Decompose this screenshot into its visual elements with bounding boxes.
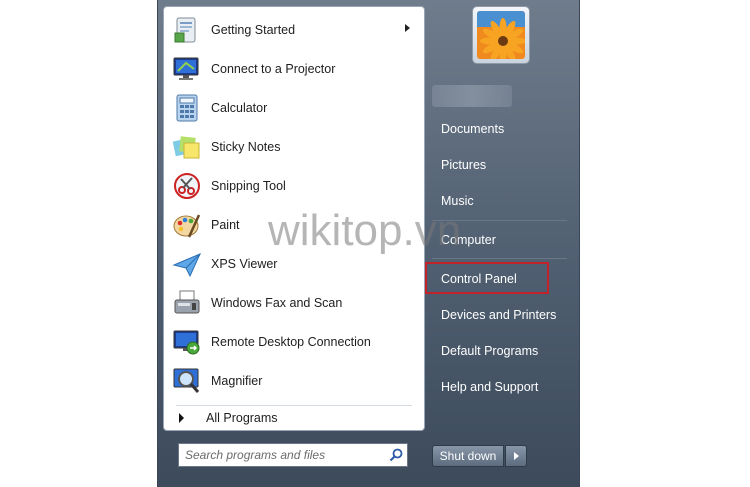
program-label: Connect to a Projector <box>211 61 336 76</box>
submenu-arrow-icon[interactable] <box>405 24 410 32</box>
magnifier-icon <box>171 365 203 397</box>
menu-item-devices-and-printers[interactable]: Devices and Printers <box>432 300 572 330</box>
search-box <box>178 443 408 467</box>
program-calculator[interactable]: Calculator <box>168 89 420 126</box>
program-snipping-tool[interactable]: Snipping Tool <box>168 167 420 204</box>
sticky-notes-icon <box>171 131 203 163</box>
user-avatar[interactable] <box>472 6 530 64</box>
shutdown-button[interactable]: Shut down <box>432 445 504 467</box>
menu-item-pictures[interactable]: Pictures <box>432 150 572 180</box>
paint-icon <box>171 209 203 241</box>
expand-arrow-icon <box>179 413 184 423</box>
chevron-right-icon <box>513 452 519 460</box>
program-label: Windows Fax and Scan <box>211 295 343 310</box>
search-icon[interactable] <box>385 445 407 465</box>
snipping-tool-icon <box>171 170 203 202</box>
program-label: Paint <box>211 217 240 232</box>
program-remote-desktop-connection[interactable]: Remote Desktop Connection <box>168 323 420 360</box>
program-label: XPS Viewer <box>211 256 278 271</box>
all-programs-label: All Programs <box>206 411 278 425</box>
program-getting-started[interactable]: Getting Started <box>168 11 420 48</box>
getting-started-icon <box>171 14 203 46</box>
program-sticky-notes[interactable]: Sticky Notes <box>168 128 420 165</box>
remote-desktop-icon <box>171 326 203 358</box>
watermark: wikitop.vn <box>268 206 462 255</box>
separator <box>432 258 567 259</box>
program-connect-to-projector[interactable]: Connect to a Projector <box>168 50 420 87</box>
flower-picture <box>477 11 525 59</box>
fax-scan-icon <box>171 287 203 319</box>
program-label: Magnifier <box>211 373 263 388</box>
menu-item-documents[interactable]: Documents <box>432 114 572 144</box>
menu-item-help-and-support[interactable]: Help and Support <box>432 372 572 402</box>
program-label: Sticky Notes <box>211 139 281 154</box>
program-magnifier[interactable]: Magnifier <box>168 362 420 399</box>
all-programs-button[interactable]: All Programs <box>176 405 412 430</box>
program-label: Remote Desktop Connection <box>211 334 371 349</box>
search-input[interactable] <box>179 445 385 465</box>
program-label: Snipping Tool <box>211 178 286 193</box>
program-label: Getting Started <box>211 22 296 37</box>
projector-icon <box>171 53 203 85</box>
program-label: Calculator <box>211 100 268 115</box>
control-panel-highlight <box>425 262 549 294</box>
shutdown-options-button[interactable] <box>505 445 527 467</box>
calculator-icon <box>171 92 203 124</box>
menu-item-default-programs[interactable]: Default Programs <box>432 336 572 366</box>
program-windows-fax-and-scan[interactable]: Windows Fax and Scan <box>168 284 420 321</box>
xps-viewer-icon <box>171 248 203 280</box>
username-blurred[interactable] <box>432 85 512 107</box>
